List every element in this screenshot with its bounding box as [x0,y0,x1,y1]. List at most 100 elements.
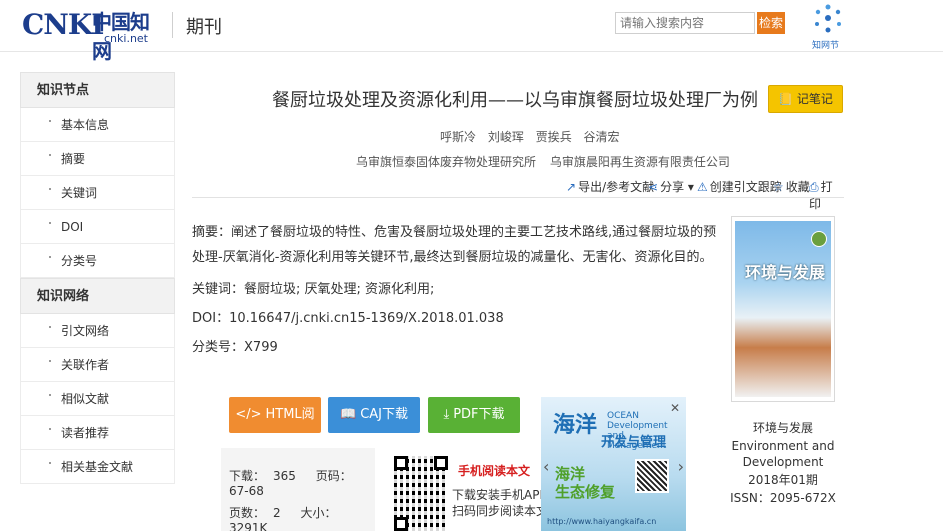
abstract-block: 摘要：阐述了餐厨垃圾的特性、危害及餐厨垃圾处理的主要工艺技术路线,通过餐厨垃圾的… [192,220,717,270]
pdf-button-label: PDF下载 [453,407,505,422]
festival-text: 知网节 [812,41,840,51]
author-link[interactable]: 呼斯冷 [440,130,476,144]
mobile-read-info: 手机阅读本文 下载安装手机APP 扫码同步阅读本文 [452,463,548,519]
knowledge-node-logo[interactable]: 知网节 [808,2,848,52]
sidebar-item-citation-network[interactable]: 引文网络 [20,314,175,348]
chevron-left-icon[interactable]: ‹ [543,457,549,476]
export-label: 导出/参考文献 [578,180,655,194]
organization-list: 乌审旗恒泰固体废弃物处理研究所 乌审旗晨阳再生资源有限责任公司 [356,153,740,170]
sidebar-item-fund-docs[interactable]: 相关基金文献 [20,450,175,484]
share-label: 分享 [660,180,685,194]
ad-green-line2: 生态修复 [555,483,616,501]
pages-value: 67-68 [229,484,264,498]
article-actions-bar: ↗ 导出/参考文献 ⋖ 分享 ▾ ⚠ 创建引文跟踪 ☆ 收藏 ⎙ 打印 [192,176,844,211]
download-stats: 下载： 365 页码： 67-68 页数： 2 大小： 3291K [221,448,375,531]
header-divider [172,12,173,38]
keywords-value[interactable]: 餐厨垃圾; 厌氧处理; 资源化利用; [244,282,434,297]
chevron-right-icon[interactable]: › [678,457,684,476]
doi-line: DOI：10.16647/j.cnki.cn15-1369/X.2018.01.… [192,307,504,326]
abstract-text: 阐述了餐厨垃圾的特性、危害及餐厨垃圾处理的主要工艺技术路线,通过餐厨垃圾的预处理… [192,225,717,265]
size-value: 3291K [229,521,268,531]
note-button-label: 记笔记 [796,92,833,106]
doi-value: 10.16647/j.cnki.cn15-1369/X.2018.01.038 [229,311,504,326]
classification-line: 分类号：X799 [192,336,278,355]
mobile-read-title[interactable]: 手机阅读本文 [458,463,548,479]
swirl-icon [815,4,841,33]
track-icon: ⚠ [697,180,708,194]
code-icon: </> [235,407,262,422]
track-label: 创建引文跟踪 [709,180,782,194]
cnki-logo[interactable]: CNKI 中国知网 cnki.net [22,6,162,63]
sidebar-item-reader-recommend[interactable]: 读者推荐 [20,416,175,450]
ad-banner[interactable]: 海洋 OCEAN Development and Management 开发与管… [541,397,686,531]
classification-label: 分类号： [192,340,245,355]
section-title[interactable]: 期刊 [186,13,222,39]
stats-row: 下载： 365 页码： 67-68 [229,467,375,498]
cover-title: 环境与发展 [745,263,826,282]
favorite-button[interactable]: ☆ 收藏 [773,178,810,195]
share-button[interactable]: ⋖ 分享 ▾ [648,178,694,195]
sidebar-group-title: 知识网络 [20,278,175,314]
mobile-qr-code [394,456,448,531]
take-note-button[interactable]: 📒 记笔记 [768,85,843,113]
create-citation-tracking-button[interactable]: ⚠ 创建引文跟踪 [697,178,782,195]
journal-cover[interactable]: 环境与发展 [731,216,835,402]
downloads-label: 下载： [229,469,266,483]
chevron-down-icon: ▾ [684,180,694,194]
sidebar-item-label: 引文网络 [61,324,110,338]
printer-icon: ⎙ [809,180,819,194]
page-count-value: 2 [273,506,281,520]
search-button[interactable]: 检索 [757,12,785,34]
ad-green-line1: 海洋 [555,465,586,483]
abstract-label: 摘要： [192,225,232,240]
sidebar-item-classification[interactable]: 分类号 [20,244,175,278]
top-header: CNKI 中国知网 cnki.net 期刊 检索 知网节 [0,0,943,63]
html-read-button[interactable]: </>HTML阅读 [229,397,321,458]
caj-button-label: CAJ下载 [360,407,408,422]
sidebar-item-label: 摘要 [61,152,86,166]
export-button[interactable]: ↗ 导出/参考文献 [566,178,654,195]
ad-url: http://www.haiyangkaifa.cn [547,517,657,526]
author-link[interactable]: 刘峻珲 [488,130,524,144]
org-link[interactable]: 乌审旗晨阳再生资源有限责任公司 [550,155,730,169]
favorite-label: 收藏 [785,180,810,194]
sidebar-item-label: DOI [61,220,84,234]
pages-label: 页码： [315,469,352,483]
sidebar-item-doi[interactable]: DOI [20,210,175,244]
sidebar-item-label: 关键词 [61,186,98,200]
downloads-stat: 下载： 365 [229,469,304,483]
sidebar-item-related-authors[interactable]: 关联作者 [20,348,175,382]
author-link[interactable]: 谷清宏 [584,130,620,144]
author-link[interactable]: 贾挨兵 [536,130,572,144]
sidebar-item-label: 相似文献 [61,392,110,406]
journal-name-en: Environment and Development [731,439,835,469]
sidebar-item-similar-docs[interactable]: 相似文献 [20,382,175,416]
org-link[interactable]: 乌审旗恒泰固体废弃物处理研究所 [356,155,536,169]
ad-en-line1: OCEAN [607,411,639,421]
doi-label: DOI： [192,311,230,326]
caj-download-button[interactable]: 📖 CAJ下载 [328,397,420,433]
sidebar-item-abstract[interactable]: 摘要 [20,142,175,176]
sidebar-item-label: 基本信息 [61,118,110,132]
journal-name-zh[interactable]: 环境与发展 [730,420,836,436]
keywords-label: 关键词： [192,282,245,297]
ad-subtitle: 开发与管理 [601,435,667,450]
sidebar: 知识节点 基本信息 摘要 关键词 DOI 分类号 知识网络 引文网络 关联作者 … [20,72,175,484]
ad-green-text: 海洋 生态修复 [555,465,615,501]
print-button[interactable]: ⎙ 打印 [809,178,844,212]
mobile-read-line1: 下载安装手机APP [452,488,547,502]
page-count-label: 页数： [229,506,266,520]
cover-badge-icon [811,231,827,247]
search-input[interactable] [615,12,755,34]
close-icon[interactable]: ✕ [670,401,680,415]
pdf-download-button[interactable]: ⤓ PDF下载 [428,397,520,433]
mobile-read-line2: 扫码同步阅读本文 [452,504,549,518]
sidebar-item-keywords[interactable]: 关键词 [20,176,175,210]
sidebar-item-label: 相关基金文献 [61,460,134,474]
export-icon: ↗ [566,180,577,194]
qr-corner [434,456,448,470]
pdf-icon: ⤓ [443,407,450,422]
sidebar-item-basic-info[interactable]: 基本信息 [20,108,175,142]
sidebar-item-label: 分类号 [61,254,98,268]
sidebar-item-label: 读者推荐 [61,426,110,440]
